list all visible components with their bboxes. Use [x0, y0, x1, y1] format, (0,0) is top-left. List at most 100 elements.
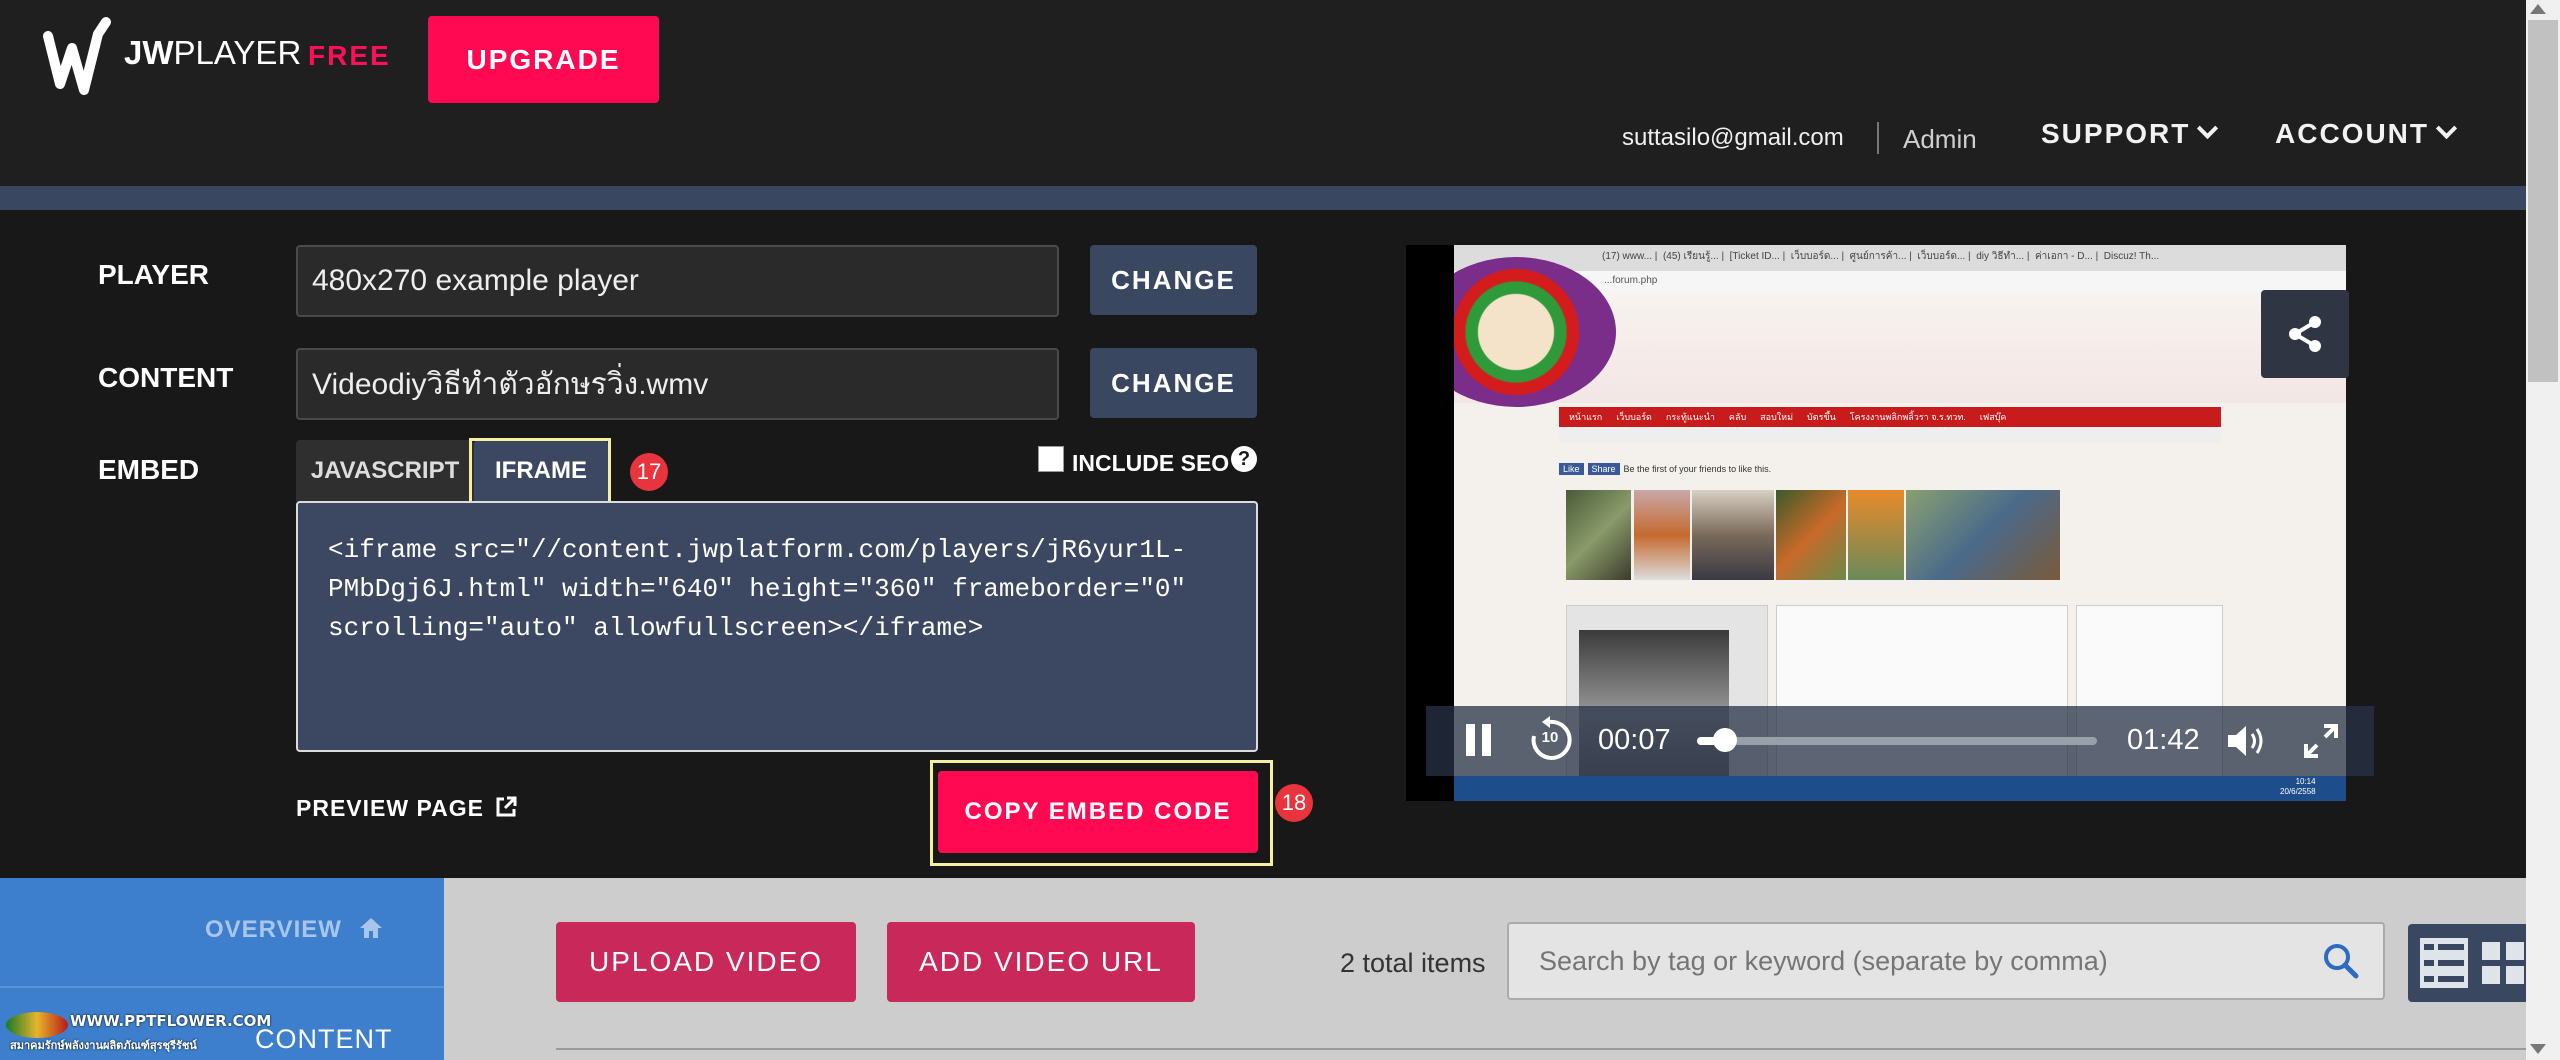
- tab-javascript[interactable]: JAVASCRIPT: [296, 440, 474, 502]
- list-view-icon[interactable]: [2418, 936, 2470, 990]
- video-like-text: Be the first of your friends to like thi…: [1623, 464, 1772, 474]
- brand-wordmark-bold: JW: [124, 34, 174, 71]
- total-items-count: 2 total items: [1340, 948, 1486, 978]
- watermark-logo: WWW.PPTFLOWER.COM สมาคมรักษ์พลังงานผลิตภ…: [6, 1010, 271, 1058]
- watermark-emblem: [6, 1012, 68, 1038]
- include-seo-checkbox[interactable]: [1038, 446, 1064, 472]
- player-label: PLAYER: [98, 259, 210, 290]
- upgrade-button[interactable]: UPGRADE: [428, 16, 659, 103]
- video-site-subnav: [1559, 427, 2221, 443]
- seek-track[interactable]: [1697, 737, 2097, 745]
- video-photo: [1634, 490, 1690, 580]
- embed-label: EMBED: [98, 454, 200, 485]
- video-photo: [1776, 490, 1846, 580]
- upload-video-button[interactable]: UPLOAD VIDEO: [556, 922, 856, 1002]
- elapsed-time: 00:07: [1598, 724, 1671, 756]
- grid-view-icon[interactable]: [2480, 936, 2526, 990]
- support-menu-label: SUPPORT: [2041, 118, 2191, 149]
- video-share-button: Share: [1587, 463, 1620, 475]
- video-clock-date: 20/6/2558: [2280, 787, 2316, 796]
- video-tab: ค่าเอกา - D...: [2034, 251, 2093, 262]
- video-nav-item: หน้าแรก: [1569, 412, 1603, 422]
- video-taskbar-clock: 10:14 20/6/2558: [2280, 777, 2316, 797]
- video-taskbar: [1454, 776, 2346, 801]
- share-button[interactable]: [2261, 290, 2349, 378]
- video-photo: [1566, 490, 1631, 580]
- scroll-down-arrow-icon[interactable]: [2530, 1044, 2546, 1054]
- header-divider-strip: [0, 186, 2526, 210]
- video-tab: ศูนย์การค้า...: [1849, 251, 1907, 262]
- external-link-icon: [496, 796, 517, 817]
- header-separator: [1877, 122, 1879, 154]
- video-nav-item: คลับ: [1728, 412, 1747, 422]
- sidebar-item-label: OVERVIEW: [205, 916, 342, 943]
- plan-label: FREE: [308, 40, 391, 71]
- content-field[interactable]: Videodiyวิธีทำตัวอักษรวิ่ง.wmv: [296, 348, 1059, 420]
- video-nav-item: เฟสบุ๊ค: [1979, 412, 2007, 422]
- video-tab: เว็บบอร์ด...: [1790, 251, 1839, 262]
- sidebar-divider: [0, 986, 444, 988]
- fullscreen-icon[interactable]: [2302, 722, 2340, 760]
- video-clock-time: 10:14: [2295, 777, 2316, 786]
- brand-wordmark-rest: PLAYER: [173, 34, 302, 71]
- help-icon[interactable]: ?: [1231, 446, 1257, 472]
- video-nav-item: เว็บบอร์ด: [1616, 412, 1652, 422]
- video-nav-item: บัตรขึ้น: [1807, 412, 1836, 422]
- add-video-url-button[interactable]: ADD VIDEO URL: [887, 922, 1195, 1002]
- scrollbar-thumb[interactable]: [2528, 20, 2558, 382]
- video-tab-strip: (17) www... | (45) เรียนรู้... | [Ticket…: [1602, 251, 2160, 262]
- video-tab: (45) เรียนรู้...: [1662, 251, 1719, 262]
- video-tab: [Ticket ID...: [1729, 251, 1780, 262]
- user-role[interactable]: Admin: [1903, 124, 1977, 155]
- video-like-button: Like: [1559, 463, 1584, 475]
- change-content-button[interactable]: CHANGE: [1090, 348, 1257, 418]
- share-icon: [2289, 316, 2321, 352]
- pause-icon[interactable]: [1462, 722, 1496, 758]
- search-icon[interactable]: [2322, 942, 2360, 980]
- embed-code-textarea[interactable]: <iframe src="//content.jwplatform.com/pl…: [296, 501, 1258, 752]
- user-email[interactable]: suttasilo@gmail.com: [1622, 124, 1844, 152]
- scroll-up-arrow-icon[interactable]: [2530, 4, 2546, 14]
- search-input[interactable]: [1507, 922, 2385, 1000]
- video-like-row: Like Share Be the first of your friends …: [1559, 460, 2221, 478]
- home-icon: [359, 918, 382, 938]
- support-menu[interactable]: SUPPORT: [2041, 117, 2219, 150]
- watermark-org: สมาคมรักษ์พลังงานผลิตภัณฑ์สุรชุรีรัชน์: [10, 1040, 197, 1052]
- volume-icon[interactable]: [2226, 723, 2270, 759]
- video-site-nav: หน้าแรก เว็บบอร์ด กระทู้แนะนำ คลับ สอบให…: [1559, 407, 2221, 427]
- content-label: CONTENT: [98, 362, 234, 393]
- jwplayer-logo-icon[interactable]: [42, 14, 126, 100]
- step-badge: 18: [1275, 784, 1313, 822]
- change-player-button[interactable]: CHANGE: [1090, 245, 1257, 315]
- step-badge: 17: [630, 453, 668, 491]
- chevron-down-icon: [2435, 117, 2458, 140]
- video-url: ...forum.php: [1604, 275, 1658, 286]
- tab-highlight-frame: [469, 438, 611, 506]
- account-menu-label: ACCOUNT: [2275, 118, 2429, 149]
- include-seo-label: INCLUDE SEO: [1072, 450, 1230, 476]
- sidebar-item-content[interactable]: CONTENT: [255, 1024, 393, 1055]
- video-photo: [1692, 490, 1774, 580]
- brand-wordmark[interactable]: JWPLAYER: [124, 34, 301, 72]
- video-tab: (17) www...: [1602, 251, 1653, 262]
- seek-handle[interactable]: [1713, 728, 1737, 752]
- video-photo: [1906, 490, 2060, 580]
- top-navigation-bar: [0, 0, 2526, 186]
- video-tab: diy วิธีทำ...: [1976, 251, 2025, 262]
- account-menu[interactable]: ACCOUNT: [2275, 117, 2458, 150]
- video-nav-item: กระทู้แนะนำ: [1665, 412, 1715, 422]
- rewind-10-label: 10: [1541, 729, 1559, 746]
- copy-embed-code-button[interactable]: COPY EMBED CODE: [938, 771, 1258, 853]
- sidebar-item-overview[interactable]: OVERVIEW: [205, 916, 384, 944]
- chevron-down-icon: [2197, 117, 2219, 140]
- video-tab: Discuz! Th...: [2103, 251, 2160, 262]
- library-divider: [556, 1048, 2526, 1050]
- video-tab: เว็บบอร์ด...: [1917, 251, 1966, 262]
- video-nav-item: สอบใหม่: [1760, 412, 1794, 422]
- watermark-url: WWW.PPTFLOWER.COM: [70, 1012, 272, 1030]
- player-field[interactable]: 480x270 example player: [296, 245, 1059, 317]
- duration-time: 01:42: [2127, 724, 2200, 756]
- video-nav-item: โครงงานพลิกพลิ้วรา จ.ร.ทวท.: [1849, 412, 1966, 422]
- preview-page-link[interactable]: PREVIEW PAGE: [296, 795, 517, 822]
- preview-page-label: PREVIEW PAGE: [296, 795, 484, 821]
